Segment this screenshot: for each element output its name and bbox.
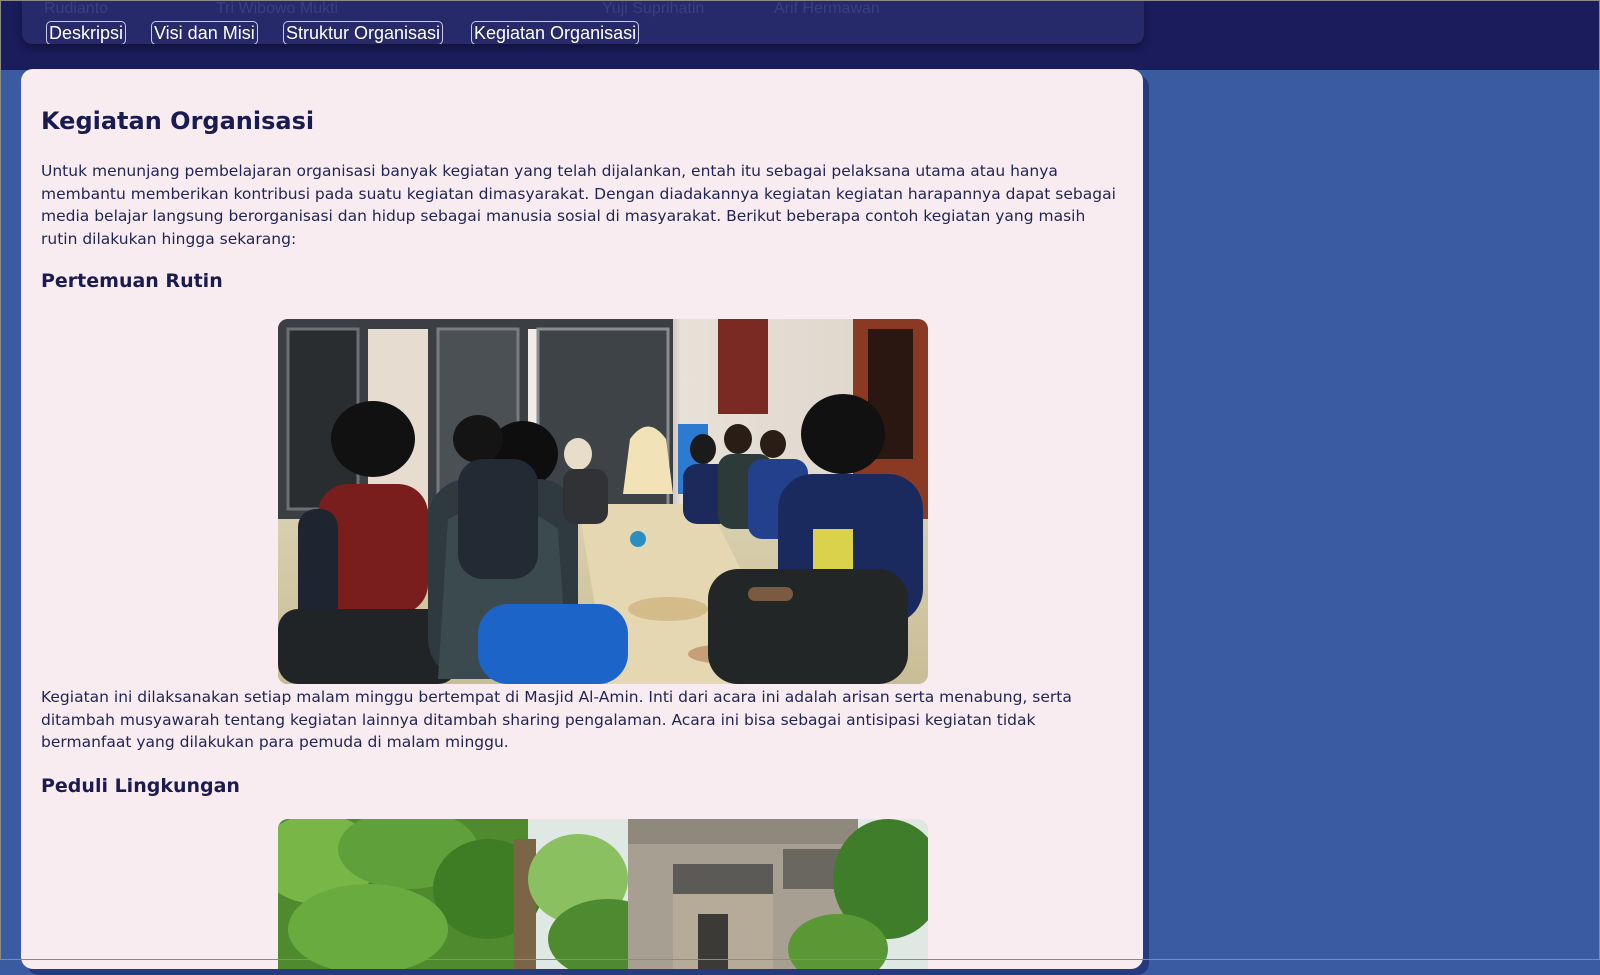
content-card: Kegiatan Organisasi Untuk menunjang pemb…	[21, 69, 1143, 969]
header-name-4: Arif Hermawan	[774, 0, 880, 17]
section-title-peduli-lingkungan: Peduli Lingkungan	[41, 775, 240, 797]
pertemuan-rutin-description: Kegiatan ini dilaksanakan setiap malam m…	[41, 688, 1072, 751]
section-title-pertemuan-rutin: Pertemuan Rutin	[41, 270, 223, 292]
header-name-1: Rudianto	[44, 0, 109, 17]
header-name-2: Tri Wibowo Mukti	[216, 0, 339, 17]
nav-panel: Rudianto Tri Wibowo Mukti Yuji Suprihati…	[22, 0, 1144, 44]
tab-struktur-organisasi[interactable]: Struktur Organisasi	[283, 21, 444, 44]
tab-deskripsi[interactable]: Deskripsi	[46, 21, 127, 44]
environment-photo-image	[278, 819, 928, 969]
header-name-3: Yuji Suprihatin	[602, 0, 705, 17]
photo-peduli-lingkungan	[278, 819, 928, 969]
top-navbar: Rudianto Tri Wibowo Mukti Yuji Suprihati…	[0, 0, 1600, 70]
tab-kegiatan-organisasi[interactable]: Kegiatan Organisasi	[471, 21, 640, 44]
meeting-photo-image	[278, 319, 928, 684]
page-title: Kegiatan Organisasi	[41, 107, 315, 135]
intro-paragraph: Untuk menunjang pembelajaran organisasi …	[41, 162, 1116, 248]
header-names-row: Rudianto Tri Wibowo Mukti Yuji Suprihati…	[22, 0, 1144, 22]
tab-visi-dan-misi[interactable]: Visi dan Misi	[151, 21, 258, 44]
photo-pertemuan-rutin	[278, 319, 928, 684]
